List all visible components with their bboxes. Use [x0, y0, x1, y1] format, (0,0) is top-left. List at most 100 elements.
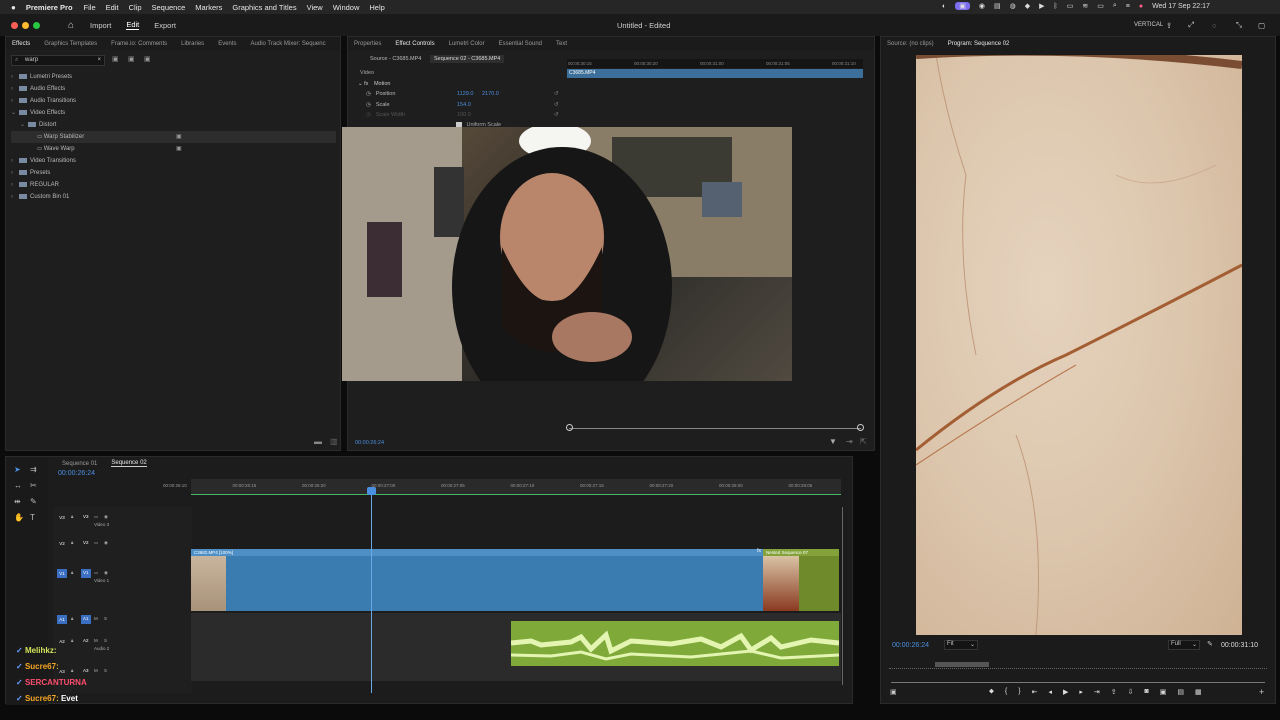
accelerated-effects-icon[interactable]: ▣ — [112, 55, 119, 63]
ec-timecode[interactable]: 00:00:26:24 — [355, 440, 384, 446]
window-icon[interactable]: ▤ — [994, 2, 1001, 10]
track-header-v2[interactable]: V2 🔒︎ V2 ▭ ◉ — [56, 539, 186, 551]
effects-tree-item[interactable]: › REGULAR — [11, 179, 336, 191]
chevron-right-icon[interactable]: › — [11, 83, 19, 95]
chevron-down-icon[interactable]: ⌄ — [358, 81, 363, 87]
tab-sequence-01[interactable]: Sequence 01 — [62, 461, 97, 467]
lock-icon[interactable]: 🔒︎ — [71, 638, 73, 643]
add-marker-icon[interactable]: ⬥ — [989, 688, 994, 696]
timeline-timecode[interactable]: 00:00:26:24 — [58, 470, 95, 477]
battery-icon[interactable]: ▭ — [1097, 2, 1104, 10]
solo-icon[interactable]: S — [104, 638, 107, 643]
property-value-1[interactable]: 100.0 — [457, 112, 471, 118]
source-patch[interactable]: V3 — [57, 513, 67, 522]
search-field[interactable]: ⌕ warp × — [11, 55, 105, 66]
control-center-icon[interactable]: ≡ — [1126, 3, 1130, 10]
chevron-right-icon[interactable]: › — [11, 191, 19, 203]
lift-icon[interactable]: ⇪ — [1111, 688, 1117, 696]
add-button-icon[interactable]: + — [1259, 687, 1264, 697]
source-clip-tab[interactable]: Source - C3685.MP4 — [370, 56, 421, 62]
effects-tree-item[interactable]: › Video Transitions — [11, 155, 336, 167]
vpn-icon[interactable]: ◆ — [1025, 2, 1030, 10]
lock-icon[interactable]: 🔒︎ — [71, 668, 73, 673]
selection-tool-icon[interactable]: ➤ — [14, 465, 21, 474]
tab-program[interactable]: Program: Sequence 02 — [948, 41, 1010, 47]
keyframe-stopwatch-icon[interactable]: ◷ — [366, 112, 371, 118]
effects-tree-item[interactable]: › Lumetri Presets — [11, 71, 336, 83]
razor-icon[interactable]: ✂ — [30, 481, 37, 490]
source-patch[interactable]: A1 — [57, 615, 67, 624]
reset-icon[interactable]: ↺ — [554, 102, 559, 108]
go-to-out-icon[interactable]: ⇥ — [1094, 688, 1100, 696]
hand-icon[interactable]: ✋ — [14, 513, 24, 522]
eye-icon[interactable]: ◉ — [104, 514, 108, 520]
effects-tree-item[interactable]: ⌄ Video Effects — [11, 107, 336, 119]
property-value-1[interactable]: 1129.0 — [457, 91, 473, 97]
extract-icon[interactable]: ⇩ — [1128, 688, 1134, 696]
property-value-2[interactable]: 2170.0 — [482, 91, 499, 97]
scroll-handle-left[interactable] — [566, 424, 573, 431]
lock-icon[interactable]: 🔒︎ — [71, 616, 73, 621]
property-value-1[interactable]: 154.0 — [457, 102, 471, 108]
step-back-icon[interactable]: ◂ — [1048, 688, 1052, 696]
lock-icon[interactable]: 🔒︎ — [71, 570, 73, 575]
menu-graphics[interactable]: Graphics and Titles — [232, 3, 296, 12]
video-clip[interactable]: C3682.MP4 [100%] fx — [191, 548, 763, 611]
notification-icon[interactable]: ◌ — [1212, 21, 1216, 30]
expand-icon[interactable]: ⤡ — [1236, 20, 1242, 30]
user-icon[interactable]: ● — [1139, 3, 1143, 10]
effects-tree-item[interactable]: › Audio Effects — [11, 83, 336, 95]
menu-window[interactable]: Window — [333, 3, 360, 12]
sync-lock-icon[interactable]: ▭ — [94, 570, 98, 576]
fullscreen-icon[interactable]: ⤢ — [1188, 20, 1194, 30]
mark-out-icon[interactable]: } — [1018, 688, 1020, 696]
tab-effects[interactable]: Effects — [12, 41, 30, 47]
mute-icon[interactable]: M — [94, 616, 98, 621]
sync-lock-icon[interactable]: ▭ — [94, 514, 98, 520]
program-scrollbar[interactable] — [891, 682, 1265, 683]
share-icon[interactable]: ⇪ — [1166, 21, 1172, 30]
effects-tree-item[interactable]: › Audio Transitions — [11, 95, 336, 107]
chevron-right-icon[interactable]: › — [11, 71, 19, 83]
compare-icon[interactable]: ▣ — [1160, 688, 1167, 696]
filter-icon[interactable]: ▼ — [829, 437, 837, 446]
program-timecode[interactable]: 00:00:26:24 — [892, 642, 929, 649]
new-bin-icon[interactable]: ▬ — [314, 437, 322, 446]
tab-properties[interactable]: Properties — [354, 41, 381, 47]
close-window-icon[interactable] — [11, 21, 18, 29]
sequence-clip-tab[interactable]: Sequence 02 - C3685.MP4 — [430, 55, 505, 63]
source-patch[interactable]: V1 — [57, 569, 67, 578]
menu-help[interactable]: Help — [369, 3, 384, 12]
keyframe-stopwatch-icon[interactable]: ◷ — [366, 91, 371, 97]
delete-icon[interactable]: ▥ — [330, 437, 338, 446]
workspace-label[interactable]: VERTICAL — [1134, 22, 1163, 28]
tab-events[interactable]: Events — [218, 41, 236, 47]
reset-icon[interactable]: ↺ — [554, 91, 559, 97]
clock[interactable]: Wed 17 Sep 22:17 — [1152, 3, 1210, 10]
track-header-v3[interactable]: V3 🔒︎ V3 ▭ ◉ Video 3 — [56, 513, 186, 527]
status-icon[interactable]: ◐ — [942, 3, 946, 10]
settings-icon[interactable]: ▦ — [1195, 688, 1202, 696]
tab-frameio[interactable]: Frame.io: Comments — [111, 41, 167, 47]
go-to-in-icon[interactable]: ⇤ — [1032, 688, 1038, 696]
menu-file[interactable]: File — [84, 3, 96, 12]
scroll-handle-right[interactable] — [857, 424, 864, 431]
tab-audio-mixer[interactable]: Audio Track Mixer: Sequenc — [251, 41, 326, 47]
yuv-effects-icon[interactable]: ▣ — [144, 55, 151, 63]
effect-property-row[interactable]: ◷ Scale Width 100.0 ↺ — [366, 112, 561, 118]
effects-tree-item[interactable]: › Presets — [11, 167, 336, 179]
ripple-edit-icon[interactable]: ↔ — [14, 481, 22, 490]
lock-icon[interactable]: 🔒︎ — [71, 540, 73, 545]
chevron-right-icon[interactable]: › — [11, 167, 19, 179]
reset-icon[interactable]: ↺ — [554, 112, 559, 118]
resolution-dropdown[interactable]: Full ⌄ — [1168, 640, 1200, 650]
program-playhead-range[interactable] — [935, 662, 989, 667]
ec-clip-bar[interactable]: C3685.MP4 — [567, 69, 863, 78]
mute-icon[interactable]: M — [94, 668, 98, 673]
solo-icon[interactable]: S — [104, 668, 107, 673]
chrome-icon[interactable]: ◍ — [1010, 2, 1016, 10]
sync-lock-icon[interactable]: ▭ — [94, 540, 98, 546]
safe-margins-icon[interactable]: ▣ — [890, 688, 897, 696]
chevron-down-icon[interactable]: ⌄ — [11, 107, 19, 119]
clear-search-icon[interactable]: × — [97, 56, 101, 65]
